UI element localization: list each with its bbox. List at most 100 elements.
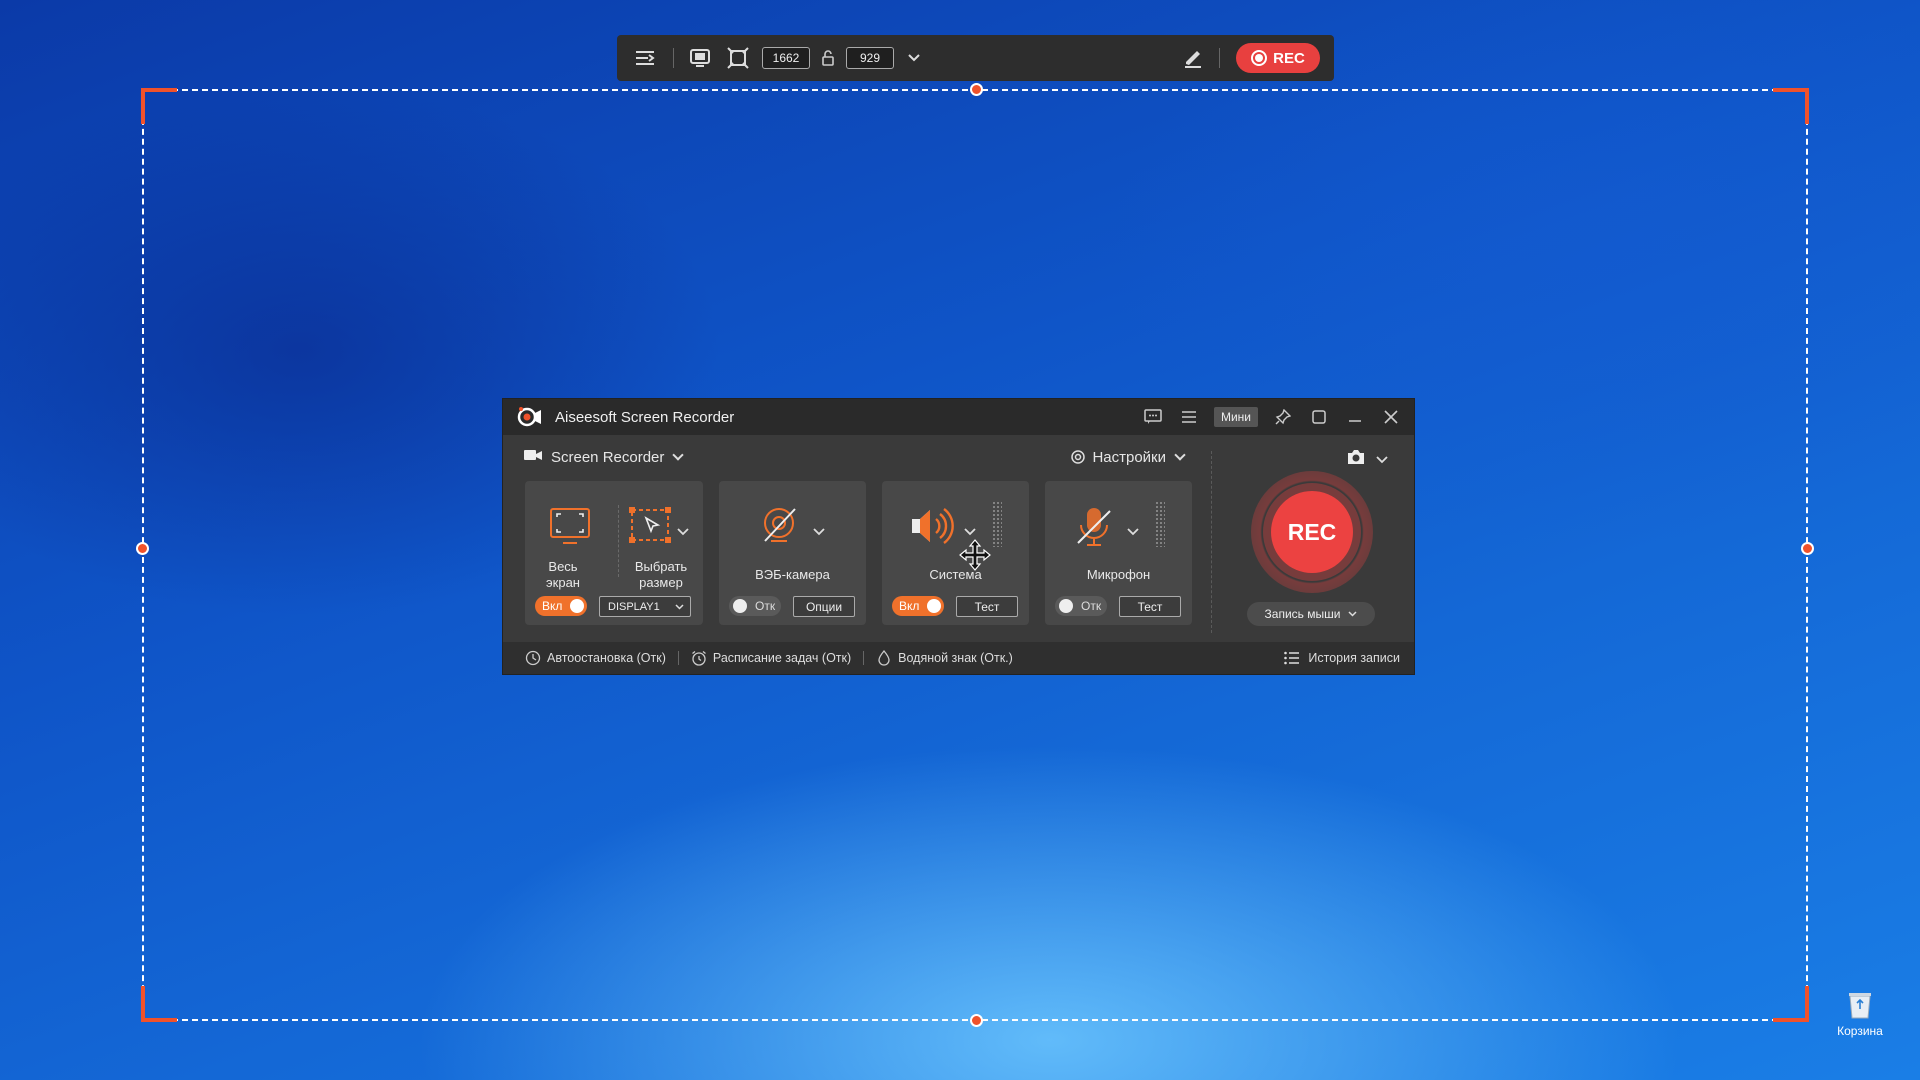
toolbar-rec-label: REC	[1273, 49, 1305, 67]
microphone-toggle[interactable]: Отк	[1055, 596, 1107, 616]
display-select-value: DISPLAY1	[608, 600, 660, 613]
select-region-icon[interactable]	[629, 507, 671, 552]
webcam-off-icon[interactable]	[759, 505, 803, 554]
resize-handle-bottom[interactable]	[970, 1014, 983, 1027]
region-select-icon[interactable]	[686, 44, 714, 72]
rec-button[interactable]: REC	[1271, 491, 1353, 573]
system-test-button[interactable]: Тест	[956, 596, 1018, 617]
webcam-label: ВЭБ-камера	[755, 567, 830, 582]
alarm-clock-icon	[691, 650, 706, 666]
history-label: История записи	[1308, 651, 1400, 665]
corner-handle-bottom-left[interactable]	[141, 986, 177, 1022]
resize-handle-left[interactable]	[136, 542, 149, 555]
pen-icon[interactable]	[1179, 44, 1207, 72]
pin-icon[interactable]	[1272, 406, 1294, 428]
microphone-volume-meter	[1155, 501, 1165, 547]
settings-button[interactable]: Настройки	[1070, 448, 1186, 466]
move-cursor-icon	[959, 539, 991, 571]
schedule-label: Расписание задач (Отк)	[712, 651, 852, 665]
recorder-window: Aiseesoft Screen Recorder Мини Screen Re…	[502, 398, 1415, 675]
aspect-lock-icon[interactable]	[818, 50, 838, 66]
camera-icon	[1346, 449, 1366, 470]
chevron-down-icon[interactable]	[900, 44, 928, 72]
source-cards: Весь экран Выбрать размер Вкл DISPLAY1 В…	[525, 481, 1192, 625]
full-screen-icon[interactable]	[549, 507, 591, 552]
toolbar-divider	[673, 48, 674, 68]
full-screen-label: Весь экран	[546, 559, 580, 590]
menu-icon[interactable]	[1178, 406, 1200, 428]
screen-toggle[interactable]: Вкл	[535, 596, 587, 616]
history-button[interactable]: История записи	[1284, 651, 1400, 665]
microphone-off-icon[interactable]	[1073, 505, 1117, 554]
window-title: Aiseesoft Screen Recorder	[555, 408, 735, 426]
speaker-icon[interactable]	[910, 507, 954, 550]
collapse-toolbar-icon[interactable]	[631, 44, 659, 72]
webcam-options-button[interactable]: Опции	[793, 596, 855, 617]
watermark-label: Водяной знак (Отк.)	[898, 651, 1013, 665]
status-bar: Автоостановка (Отк) Расписание задач (От…	[503, 642, 1414, 674]
minimize-icon[interactable]	[1344, 406, 1366, 428]
watermark-button[interactable]: Водяной знак (Отк.)	[876, 650, 1013, 666]
auto-stop-label: Автоостановка (Отк)	[547, 651, 666, 665]
close-icon[interactable]	[1380, 406, 1402, 428]
chevron-down-icon	[1348, 611, 1357, 617]
display-select[interactable]: DISPLAY1	[599, 596, 691, 617]
corner-handle-top-right[interactable]	[1773, 88, 1809, 124]
microphone-label: Микрофон	[1086, 567, 1151, 582]
clock-icon	[525, 650, 541, 666]
video-camera-icon	[523, 447, 543, 468]
corner-handle-top-left[interactable]	[141, 88, 177, 124]
width-input[interactable]: 1662	[762, 47, 810, 69]
screen-card: Весь экран Выбрать размер Вкл DISPLAY1	[525, 481, 703, 625]
rec-button-ring: REC	[1251, 471, 1373, 593]
status-divider	[863, 651, 865, 665]
chevron-down-icon	[675, 604, 684, 610]
status-divider	[677, 651, 679, 665]
gear-icon	[1070, 449, 1086, 465]
auto-stop-button[interactable]: Автоостановка (Отк)	[525, 650, 666, 666]
chevron-down-icon	[1174, 449, 1186, 461]
card-divider	[618, 505, 619, 577]
app-logo-icon	[517, 406, 543, 428]
toolbar-rec-button[interactable]: REC	[1236, 43, 1320, 73]
water-drop-icon	[878, 650, 890, 666]
resize-handle-top[interactable]	[970, 83, 983, 96]
feedback-icon[interactable]	[1142, 406, 1164, 428]
resize-handle-right[interactable]	[1801, 542, 1814, 555]
chevron-down-icon[interactable]	[672, 449, 685, 461]
recycle-bin[interactable]: Корзина	[1834, 990, 1886, 1038]
mode-selector[interactable]: Screen Recorder	[551, 449, 664, 466]
fullscreen-select-icon[interactable]	[724, 44, 752, 72]
system-volume-meter	[992, 501, 1002, 547]
list-icon	[1284, 651, 1300, 665]
selection-toolbar: 1662 929 REC	[617, 35, 1334, 81]
chevron-down-icon[interactable]	[677, 523, 689, 541]
select-size-label: Выбрать размер	[634, 559, 688, 590]
toolbar-divider	[1219, 48, 1220, 68]
chevron-down-icon[interactable]	[1127, 523, 1139, 541]
microphone-test-button[interactable]: Тест	[1119, 596, 1181, 617]
title-bar[interactable]: Aiseesoft Screen Recorder Мини	[503, 399, 1414, 435]
chevron-down-icon	[1376, 451, 1388, 469]
system-sound-label: Система	[929, 567, 982, 582]
height-input[interactable]: 929	[846, 47, 894, 69]
webcam-card: ВЭБ-камера Отк Опции	[719, 481, 866, 625]
mode-row: Screen Recorder Настройки	[503, 435, 1414, 479]
settings-label: Настройки	[1092, 448, 1166, 466]
webcam-toggle[interactable]: Отк	[729, 596, 781, 616]
system-sound-toggle[interactable]: Вкл	[892, 596, 944, 616]
record-icon	[1251, 50, 1268, 66]
corner-handle-bottom-right[interactable]	[1773, 986, 1809, 1022]
panel-divider	[1211, 451, 1212, 633]
restore-icon[interactable]	[1308, 406, 1330, 428]
recycle-bin-label: Корзина	[1837, 1024, 1883, 1038]
mouse-record-button[interactable]: Запись мыши	[1247, 602, 1375, 626]
mouse-record-label: Запись мыши	[1264, 607, 1341, 621]
recycle-bin-icon	[1847, 990, 1873, 1020]
system-sound-card: Система Вкл Тест	[882, 481, 1029, 625]
mini-mode-button[interactable]: Мини	[1213, 407, 1258, 427]
screenshot-button[interactable]	[1346, 449, 1388, 470]
chevron-down-icon[interactable]	[813, 523, 825, 541]
microphone-card: Микрофон Отк Тест	[1045, 481, 1192, 625]
schedule-button[interactable]: Расписание задач (Отк)	[691, 650, 851, 666]
